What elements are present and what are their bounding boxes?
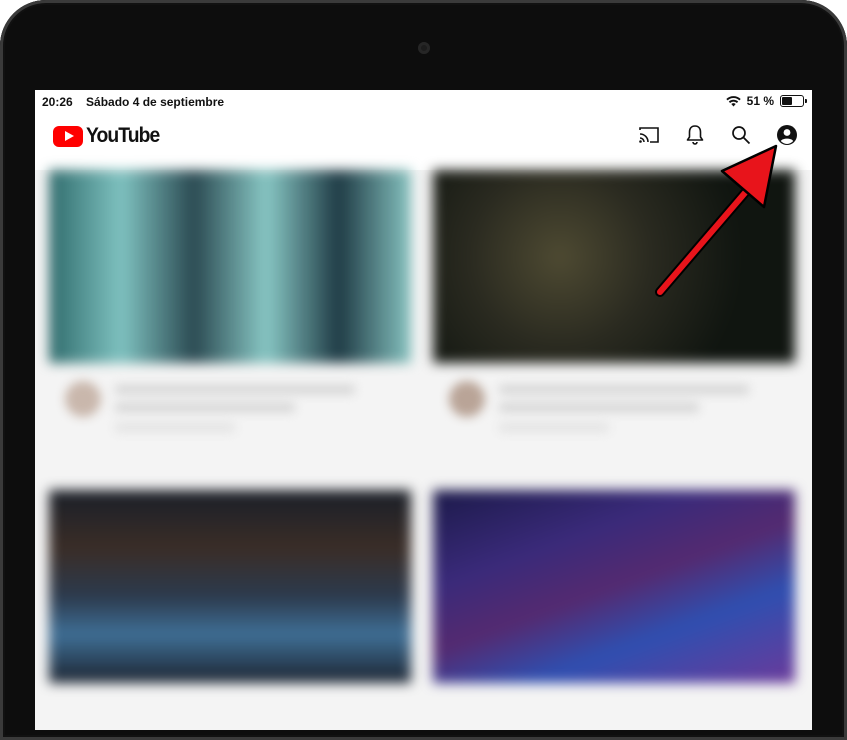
account-button[interactable] <box>776 124 798 146</box>
status-time: 20:26 <box>42 95 73 109</box>
cast-button[interactable] <box>638 124 660 146</box>
video-card[interactable] <box>433 170 795 470</box>
youtube-play-icon <box>53 125 83 147</box>
front-camera <box>418 42 430 54</box>
search-icon <box>732 126 751 145</box>
screen: 20:26 Sábado 4 de septiembre 51 % YouTub… <box>35 90 812 730</box>
video-title-placeholder <box>115 385 355 394</box>
notifications-button[interactable] <box>684 124 706 146</box>
status-date: Sábado 4 de septiembre <box>86 95 225 109</box>
channel-avatar[interactable] <box>65 381 101 417</box>
video-info-placeholder <box>115 423 235 432</box>
video-feed <box>35 170 812 730</box>
video-meta <box>59 375 399 445</box>
wifi-icon <box>725 95 741 106</box>
video-title-placeholder <box>499 385 749 394</box>
youtube-logo[interactable]: YouTube <box>53 124 166 148</box>
video-card[interactable] <box>49 490 411 730</box>
video-thumbnail[interactable] <box>49 490 411 683</box>
video-thumbnail[interactable] <box>49 170 411 363</box>
channel-avatar[interactable] <box>449 381 485 417</box>
app-header: YouTube <box>35 114 812 170</box>
bell-icon <box>686 125 704 145</box>
video-meta <box>443 375 783 445</box>
status-bar: 20:26 Sábado 4 de septiembre 51 % <box>35 90 812 114</box>
tablet-device: 20:26 Sábado 4 de septiembre 51 % YouTub… <box>0 0 847 740</box>
video-info-placeholder <box>499 423 609 432</box>
battery-fill <box>782 97 792 105</box>
battery-icon <box>780 95 807 107</box>
video-thumbnail[interactable] <box>433 170 795 363</box>
cast-icon <box>639 127 659 143</box>
battery-percent: 51 % <box>746 94 774 108</box>
search-button[interactable] <box>730 124 752 146</box>
video-title-placeholder <box>115 403 295 412</box>
video-card[interactable] <box>433 490 795 730</box>
video-title-placeholder <box>499 403 699 412</box>
logo-text: YouTube <box>86 124 160 147</box>
video-card[interactable] <box>49 170 411 470</box>
video-thumbnail[interactable] <box>433 490 795 683</box>
account-icon <box>777 125 797 145</box>
